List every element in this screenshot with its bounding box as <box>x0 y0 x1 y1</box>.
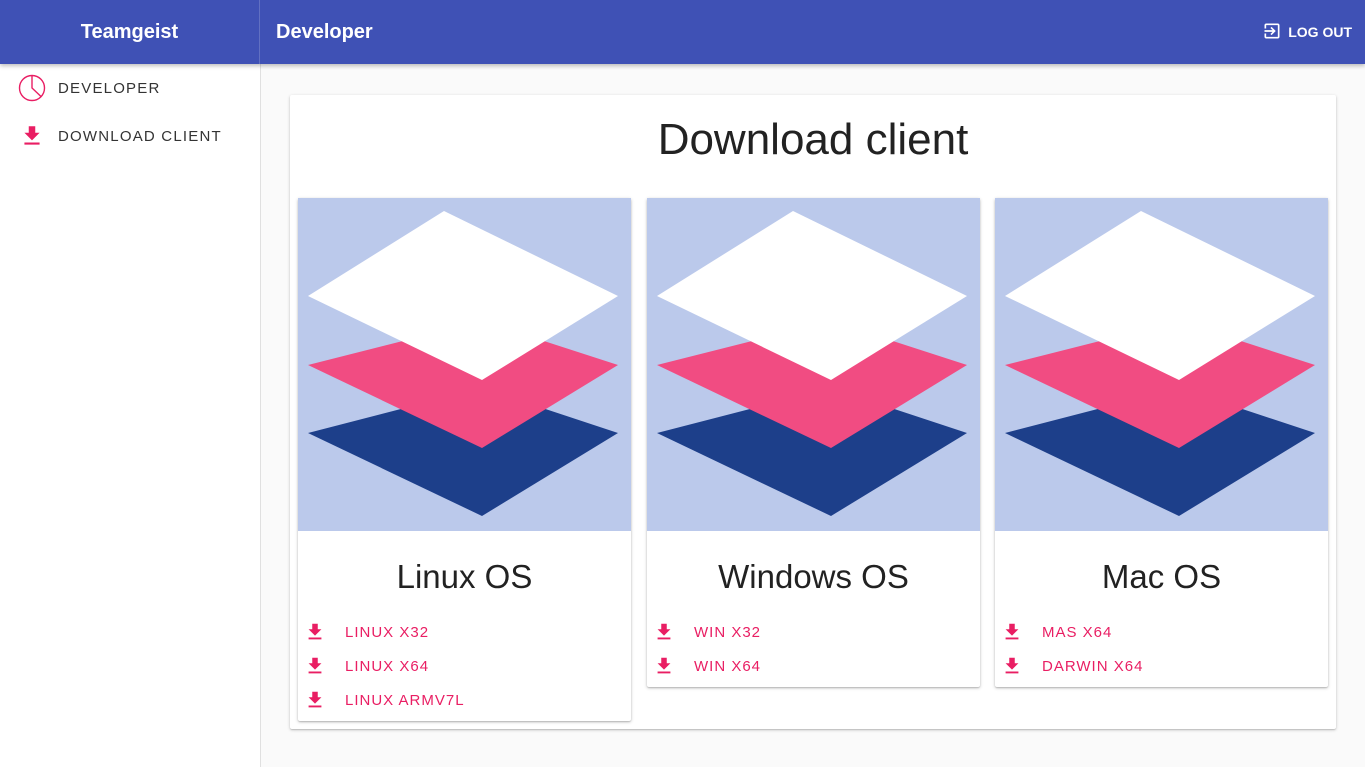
download-list: LINUX X32 LINUX X64 LINUX ARMV7L <box>298 597 631 721</box>
download-panel: Download client Linux OS LINUX X32 LINUX… <box>290 95 1336 729</box>
download-list: MAS X64 DARWIN X64 <box>995 597 1328 687</box>
download-icon <box>18 122 46 150</box>
logout-label: LOG OUT <box>1288 24 1352 40</box>
app-bar: Teamgeist Developer LOG OUT <box>0 0 1365 64</box>
download-list: WIN X32 WIN X64 <box>647 597 980 687</box>
page-title: Developer <box>276 20 373 43</box>
sidebar-item-label: DOWNLOAD CLIENT <box>58 127 222 145</box>
layers-icon <box>995 198 1328 531</box>
download-icon <box>1005 623 1019 640</box>
sidebar-item-developer[interactable]: DEVELOPER <box>0 64 260 112</box>
os-card-windows: Windows OS WIN X32 WIN X64 <box>647 198 980 687</box>
os-name: Linux OS <box>396 558 533 595</box>
os-card-linux: Linux OS LINUX X32 LINUX X64 LINUX ARMV7… <box>298 198 631 721</box>
layers-icon <box>647 198 980 531</box>
download-label: LINUX ARMV7L <box>345 691 465 709</box>
download-link-mas-x64[interactable]: MAS X64 <box>995 615 1328 649</box>
download-label: WIN X32 <box>694 623 762 641</box>
download-icon <box>308 623 322 640</box>
download-icon <box>657 623 671 640</box>
panel-title: Download client <box>657 115 969 164</box>
pie-chart-icon <box>18 74 46 102</box>
download-label: DARWIN X64 <box>1042 657 1144 675</box>
download-label: MAS X64 <box>1042 623 1113 641</box>
download-label: LINUX X32 <box>345 623 430 641</box>
download-link-linux-x32[interactable]: LINUX X32 <box>298 615 631 649</box>
os-name: Windows OS <box>718 558 909 595</box>
download-link-linux-armv7l[interactable]: LINUX ARMV7L <box>298 683 631 717</box>
os-card-mac: Mac OS MAS X64 DARWIN X64 <box>995 198 1328 687</box>
sidebar-item-label: DEVELOPER <box>58 79 161 97</box>
download-link-win-x64[interactable]: WIN X64 <box>647 649 980 683</box>
logout-button[interactable]: LOG OUT <box>1262 20 1352 44</box>
logout-icon <box>1262 21 1282 44</box>
download-icon <box>308 691 322 708</box>
download-label: LINUX X64 <box>345 657 430 675</box>
download-label: WIN X64 <box>694 657 762 675</box>
download-link-win-x32[interactable]: WIN X32 <box>647 615 980 649</box>
os-name: Mac OS <box>1101 558 1222 595</box>
download-link-darwin-x64[interactable]: DARWIN X64 <box>995 649 1328 683</box>
download-icon <box>1005 657 1019 674</box>
layers-icon <box>298 198 631 531</box>
brand-title: Teamgeist <box>0 0 260 64</box>
download-link-linux-x64[interactable]: LINUX X64 <box>298 649 631 683</box>
sidebar: DEVELOPER DOWNLOAD CLIENT <box>0 64 261 767</box>
download-icon <box>657 657 671 674</box>
download-icon <box>308 657 322 674</box>
sidebar-item-download-client[interactable]: DOWNLOAD CLIENT <box>0 112 260 160</box>
